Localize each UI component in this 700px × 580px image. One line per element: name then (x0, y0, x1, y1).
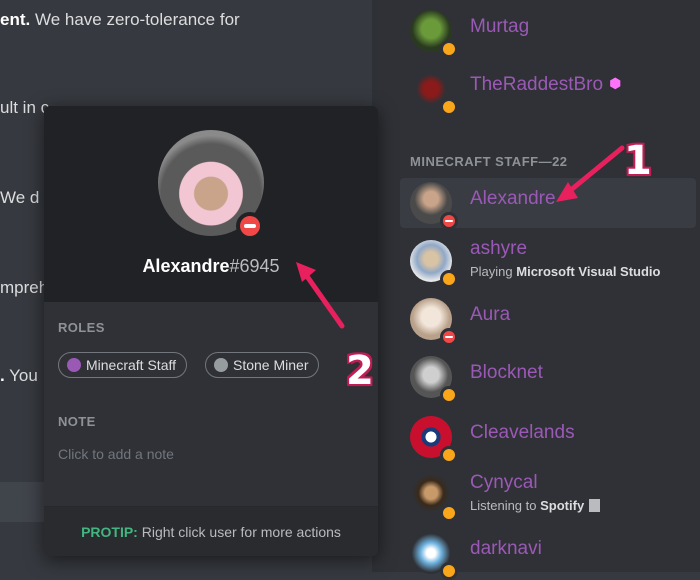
annotation-arrows (296, 145, 625, 329)
annotation-arrow-1 (563, 145, 625, 197)
annotation-number-1: 1 (624, 138, 652, 184)
annotation-number-2: 2 (346, 348, 374, 394)
annotation-arrow-2 (301, 269, 345, 329)
